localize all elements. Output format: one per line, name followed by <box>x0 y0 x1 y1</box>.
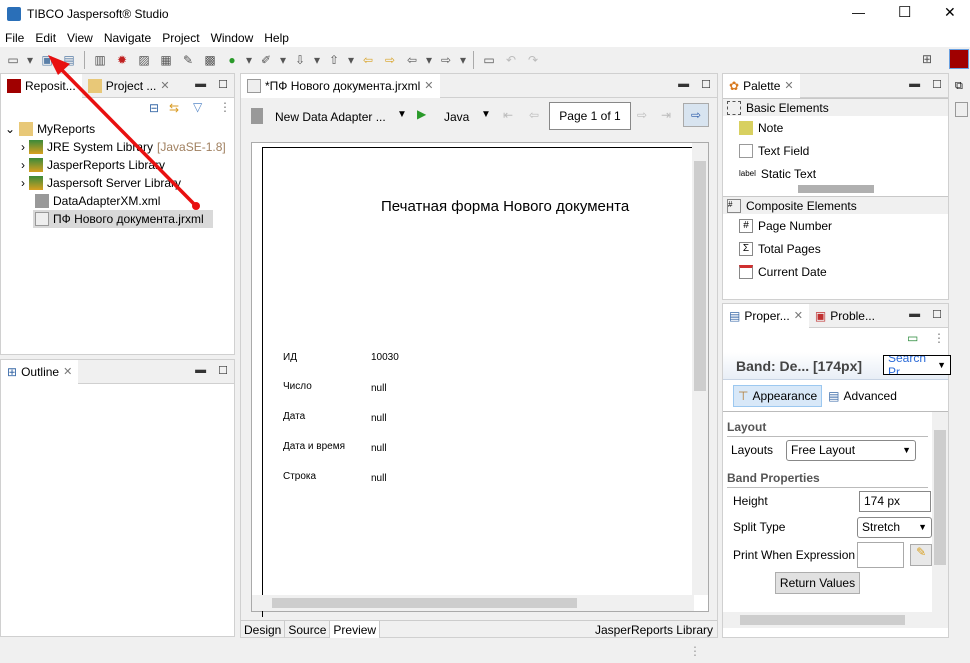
arrow-tail <box>192 202 200 210</box>
annotation-arrow <box>48 55 200 210</box>
arrow-head <box>48 55 70 75</box>
arrow-line <box>52 60 198 208</box>
